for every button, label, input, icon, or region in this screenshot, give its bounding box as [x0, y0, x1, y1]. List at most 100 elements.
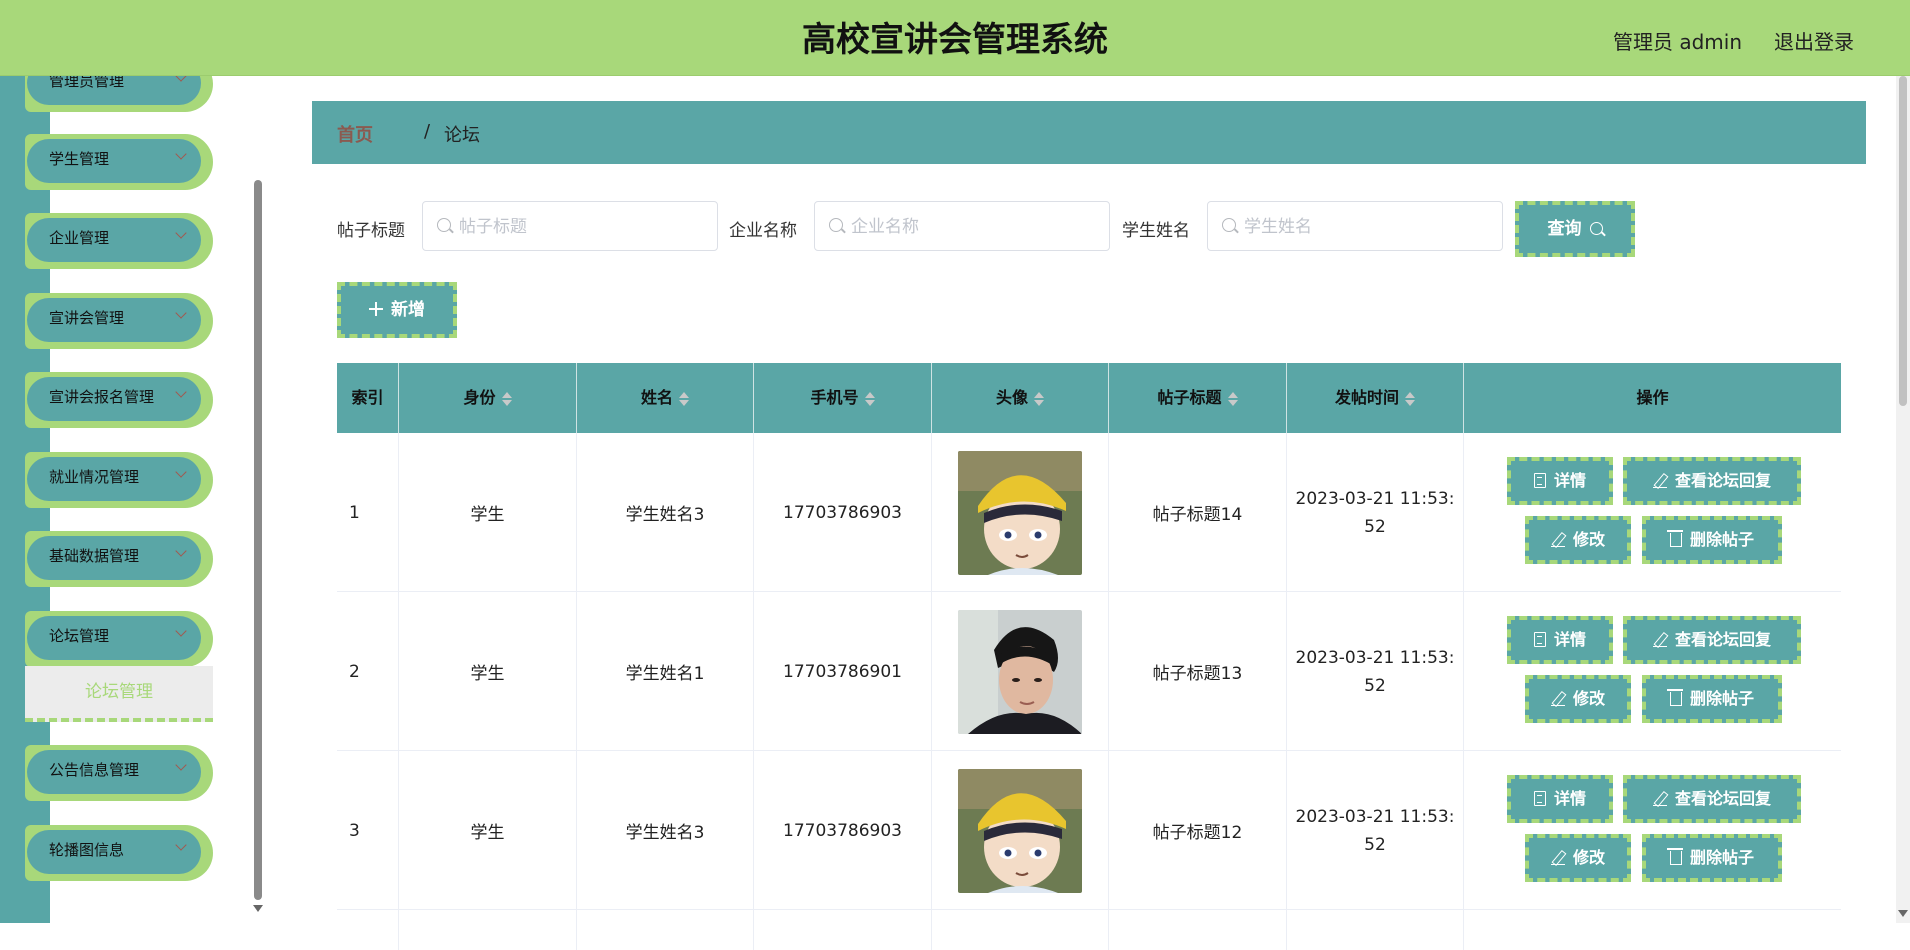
document-icon	[1533, 632, 1546, 647]
cell-phone: 17703786901	[754, 592, 932, 751]
scroll-down-arrow-icon[interactable]	[253, 905, 263, 912]
edit-icon	[1652, 474, 1667, 488]
query-button[interactable]: 查询	[1515, 201, 1635, 257]
sidebar-item-base-data[interactable]: 基础数据管理	[25, 531, 213, 587]
sidebar-item-students[interactable]: 学生管理	[25, 134, 213, 190]
delete-post-button[interactable]: 删除帖子	[1642, 675, 1782, 723]
logout-link[interactable]: 退出登录	[1774, 26, 1854, 55]
cell-phone: 17703786903	[754, 751, 932, 910]
add-button[interactable]: 新增	[337, 282, 457, 338]
avatar[interactable]	[958, 450, 1082, 575]
delete-post-button[interactable]: 删除帖子	[1642, 516, 1782, 564]
table-row: 2 学生 学生姓名1 17703786901 帖子标题13 2023-03-21…	[337, 592, 1841, 751]
breadcrumb-separator: /	[424, 121, 431, 142]
cell-avatar	[932, 433, 1109, 592]
sidebar-item-companies[interactable]: 企业管理	[25, 213, 213, 269]
page-scrollbar[interactable]	[1896, 76, 1910, 923]
cell-name: 学生姓名1	[577, 592, 754, 751]
company-name-input[interactable]	[851, 212, 1101, 242]
cell-phone: 17703786903	[754, 433, 932, 592]
sidebar-item-forum[interactable]: 论坛管理	[25, 611, 213, 667]
sidebar-item-carousel[interactable]: 轮播图信息	[25, 825, 213, 881]
column-header-avatar[interactable]: 头像	[932, 363, 1109, 433]
edit-button[interactable]: 修改	[1525, 834, 1631, 882]
search-icon	[829, 218, 843, 232]
sidebar-item-talk-registrations[interactable]: 宣讲会报名管理	[25, 372, 213, 428]
sort-icon[interactable]	[679, 391, 689, 406]
scroll-down-arrow-icon[interactable]	[1898, 910, 1908, 917]
column-header-index: 索引	[337, 363, 399, 433]
sidebar-item-label: 管理员管理	[49, 76, 125, 90]
student-name-field[interactable]	[1207, 201, 1503, 251]
cell-name: 学生姓名3	[577, 751, 754, 910]
edit-icon	[1550, 851, 1565, 865]
cell-role: 学生	[399, 592, 577, 751]
column-header-phone[interactable]: 手机号	[754, 363, 932, 433]
sidebar-item-label: 宣讲会报名管理	[49, 388, 155, 406]
plus-icon	[369, 302, 383, 316]
column-header-post-title[interactable]: 帖子标题	[1109, 363, 1287, 433]
cell-index: 3	[337, 751, 399, 910]
sort-icon[interactable]	[501, 391, 512, 406]
company-name-field[interactable]	[814, 201, 1110, 251]
post-title-label: 帖子标题	[337, 221, 405, 241]
trash-icon	[1666, 848, 1683, 865]
cell-post-title: 帖子标题14	[1109, 433, 1287, 592]
sidebar-item-label: 企业管理	[49, 229, 110, 247]
student-name-input[interactable]	[1244, 212, 1494, 242]
edit-button[interactable]: 修改	[1525, 675, 1631, 723]
view-replies-button[interactable]: 查看论坛回复	[1623, 616, 1801, 664]
edit-icon	[1550, 533, 1565, 547]
sort-icon[interactable]	[1405, 391, 1415, 406]
cell-post-title: 帖子标题13	[1109, 592, 1287, 751]
view-replies-button[interactable]: 查看论坛回复	[1623, 457, 1801, 505]
cartoon-avatar-image	[958, 450, 1082, 575]
table-header: 索引 身份 姓名 手机号 头像 帖子标题 发帖时间 操作	[337, 363, 1841, 433]
student-name-label: 学生姓名	[1122, 221, 1190, 241]
edit-icon	[1652, 792, 1667, 806]
query-button-label: 查询	[1547, 219, 1582, 239]
breadcrumb-home[interactable]: 首页	[337, 121, 373, 147]
sort-icon[interactable]	[1227, 391, 1238, 406]
sidebar-scrollbar[interactable]	[254, 180, 262, 900]
search-icon	[437, 218, 451, 232]
sidebar-item-employment[interactable]: 就业情况管理	[25, 452, 213, 508]
column-header-role[interactable]: 身份	[399, 363, 577, 433]
cell-role: 学生	[399, 433, 577, 592]
column-header-post-time[interactable]: 发帖时间	[1287, 363, 1464, 433]
sidebar-item-talks[interactable]: 宣讲会管理	[25, 293, 213, 349]
delete-post-button[interactable]: 删除帖子	[1642, 834, 1782, 882]
document-icon	[1533, 791, 1546, 806]
sidebar-item-label: 宣讲会管理	[49, 309, 125, 327]
detail-button[interactable]: 详情	[1507, 775, 1613, 823]
column-header-actions: 操作	[1636, 388, 1669, 407]
sort-icon[interactable]	[864, 391, 875, 406]
document-icon	[1533, 473, 1546, 488]
sidebar: 管理员管理 学生管理 企业管理 宣讲会管理 宣讲会报名管理 就业情况管理 基础数…	[0, 76, 250, 923]
cell-index: 2	[337, 592, 399, 751]
avatar[interactable]	[958, 768, 1082, 893]
sidebar-item-label: 基础数据管理	[49, 547, 140, 565]
view-replies-button[interactable]: 查看论坛回复	[1623, 775, 1801, 823]
breadcrumb-current: 论坛	[444, 125, 480, 146]
detail-button[interactable]: 详情	[1507, 457, 1613, 505]
sort-icon[interactable]	[1034, 391, 1044, 406]
table-row	[337, 910, 1841, 950]
main-content: 首页 / 论坛 帖子标题 企业名称 学生姓名 查询 新增 索引 身份 姓名 手机…	[270, 76, 1890, 950]
post-title-input[interactable]	[459, 212, 709, 242]
cell-post-time: 2023-03-21 11:53: 52	[1287, 433, 1464, 592]
avatar[interactable]	[958, 609, 1082, 734]
scrollbar-thumb[interactable]	[1899, 76, 1907, 406]
cell-post-title: 帖子标题12	[1109, 751, 1287, 910]
sidebar-subitem-forum-active[interactable]: 论坛管理	[25, 666, 213, 722]
sidebar-item-label: 公告信息管理	[49, 761, 140, 779]
post-title-field[interactable]	[422, 201, 718, 251]
top-header: 高校宣讲会管理系统 管理员 admin 退出登录	[0, 0, 1910, 76]
edit-button[interactable]: 修改	[1525, 516, 1631, 564]
sidebar-item-admin[interactable]: 管理员管理	[25, 76, 213, 112]
photo-avatar-image	[958, 609, 1082, 734]
cell-post-time: 2023-03-21 11:53: 52	[1287, 751, 1464, 910]
sidebar-item-announcements[interactable]: 公告信息管理	[25, 745, 213, 801]
column-header-name[interactable]: 姓名	[577, 363, 754, 433]
detail-button[interactable]: 详情	[1507, 616, 1613, 664]
